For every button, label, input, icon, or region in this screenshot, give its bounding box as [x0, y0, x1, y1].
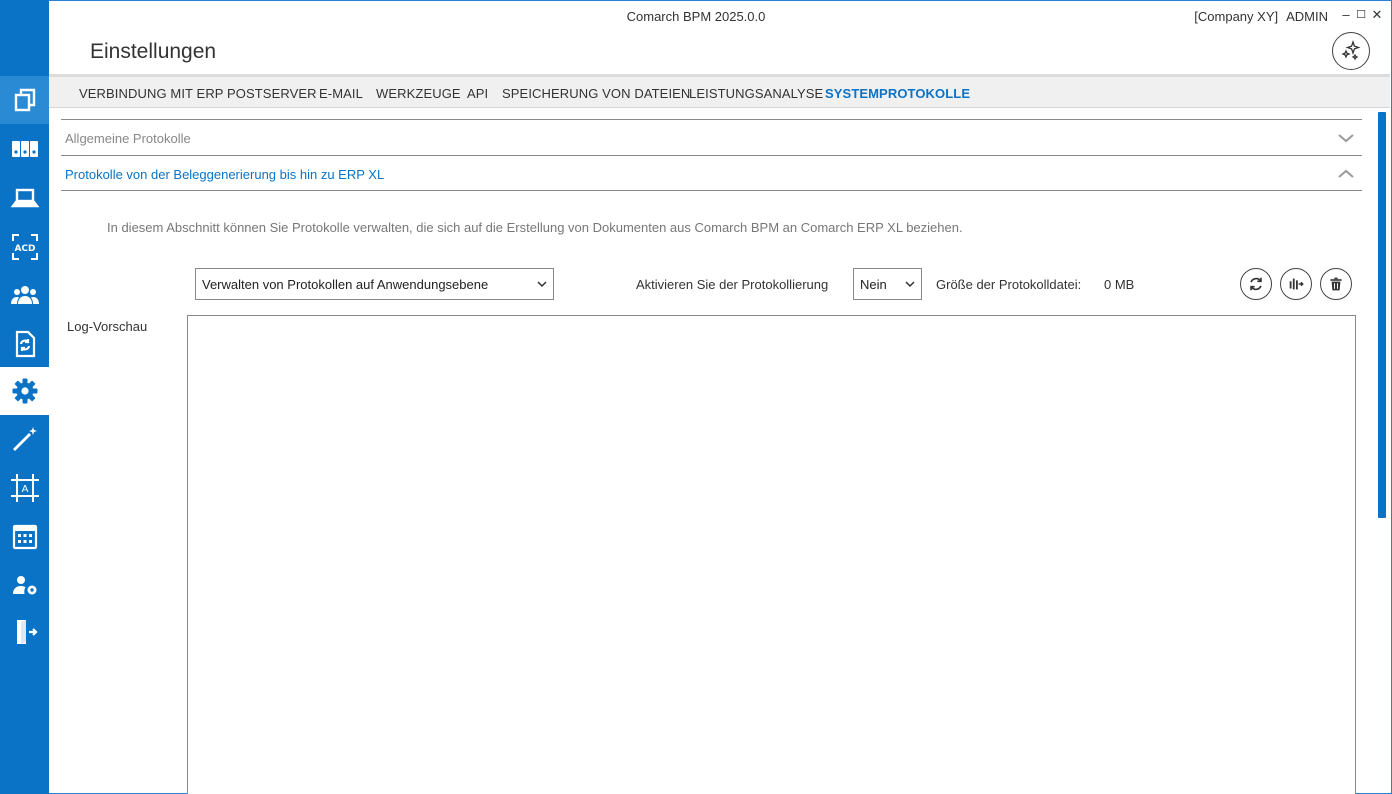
logging-enable-label: Aktivieren Sie der Protokollierung — [636, 277, 829, 292]
chevron-up-icon[interactable] — [1337, 168, 1355, 180]
scrollbar-thumb[interactable] — [1378, 112, 1386, 518]
laptop-icon — [10, 188, 39, 208]
calendar-icon — [12, 524, 37, 550]
tab-email[interactable]: E-MAIL — [319, 86, 363, 101]
delete-log-button[interactable] — [1320, 268, 1352, 300]
binders-icon — [11, 141, 38, 157]
section-divider — [61, 119, 1362, 120]
logging-enable-select-value: Nein — [860, 276, 887, 292]
sidebar-item-exit[interactable] — [0, 608, 49, 656]
sidebar-item-laptop[interactable] — [0, 174, 49, 222]
log-file-size-label: Größe der Protokolldatei: — [936, 277, 1082, 292]
tab-api[interactable]: API — [467, 86, 488, 101]
sidebar-item-text-frame[interactable]: A — [0, 464, 49, 512]
trash-icon — [1330, 277, 1342, 291]
chevron-down-icon — [537, 281, 547, 288]
section-divider — [61, 190, 1362, 191]
chevron-down-icon[interactable] — [1337, 132, 1355, 144]
sidebar: ACD A — [0, 0, 49, 794]
magic-wand-icon — [12, 427, 37, 451]
refresh-icon — [1250, 277, 1262, 291]
log-file-size-value: 0 MB — [1104, 277, 1135, 292]
sidebar-item-wizard[interactable] — [0, 415, 49, 463]
refresh-button[interactable] — [1240, 268, 1272, 300]
tab-erp-connection[interactable]: VERBINDUNG MIT ERP — [79, 86, 224, 101]
settings-tabs: VERBINDUNG MIT ERP POSTSERVER E-MAIL WER… — [49, 74, 1390, 108]
export-log-icon — [1289, 278, 1304, 290]
documents-icon — [14, 88, 35, 112]
log-level-select[interactable]: Verwalten von Protokollen auf Anwendungs… — [195, 268, 554, 300]
users-group-icon — [10, 286, 39, 304]
section-erp-logs-header[interactable]: Protokolle von der Beleggenerierung bis … — [65, 167, 384, 182]
maximize-button[interactable]: ☐ — [1354, 8, 1368, 21]
sidebar-item-acd[interactable]: ACD — [0, 223, 49, 271]
minimize-button[interactable]: – — [1339, 7, 1353, 22]
sidebar-item-user-settings[interactable] — [0, 561, 49, 609]
sidebar-item-calendar[interactable] — [0, 513, 49, 561]
app-title: Comarch BPM 2025.0.0 — [626, 9, 766, 24]
ai-assistant-button[interactable] — [1332, 32, 1370, 70]
svg-text:A: A — [21, 484, 28, 495]
tab-mail-server[interactable]: POSTSERVER — [227, 86, 317, 101]
sparkles-icon — [1341, 39, 1361, 61]
sidebar-item-binders[interactable] — [0, 125, 49, 173]
document-sync-icon — [15, 330, 35, 358]
tab-performance-analysis[interactable]: LEISTUNGSANALYSE — [689, 86, 823, 101]
close-button[interactable]: ✕ — [1370, 7, 1384, 23]
exit-door-icon — [16, 620, 38, 644]
user-settings-icon — [12, 576, 36, 595]
sidebar-item-settings[interactable] — [0, 367, 49, 415]
section-description: In diesem Abschnitt können Sie Protokoll… — [107, 220, 963, 235]
logging-enable-select[interactable]: Nein — [853, 268, 922, 300]
svg-text:ACD: ACD — [14, 244, 35, 254]
log-preview-area[interactable] — [187, 315, 1356, 794]
gear-icon — [12, 378, 37, 404]
sidebar-item-document-sync[interactable] — [0, 320, 49, 368]
acd-scan-icon: ACD — [11, 234, 38, 260]
user-name: ADMIN — [1286, 9, 1328, 24]
tab-system-logs[interactable]: SYSTEMPROTOKOLLE — [825, 86, 970, 101]
sidebar-item-users[interactable] — [0, 271, 49, 319]
tab-file-storage[interactable]: SPEICHERUNG VON DATEIEN — [502, 86, 690, 101]
log-level-select-value: Verwalten von Protokollen auf Anwendungs… — [202, 276, 489, 292]
page-title: Einstellungen — [90, 40, 217, 63]
company-name: [Company XY] — [1194, 9, 1279, 24]
sidebar-item-documents[interactable] — [0, 76, 49, 124]
section-general-logs-header[interactable]: Allgemeine Protokolle — [65, 131, 191, 146]
chevron-down-icon — [905, 281, 915, 288]
user-info: [Company XY] ADMIN — [1194, 9, 1328, 24]
log-preview-label: Log-Vorschau — [67, 319, 148, 334]
section-divider — [61, 155, 1362, 156]
tab-tools[interactable]: WERKZEUGE — [376, 86, 461, 101]
export-log-button[interactable] — [1280, 268, 1312, 300]
text-frame-icon: A — [10, 474, 39, 502]
